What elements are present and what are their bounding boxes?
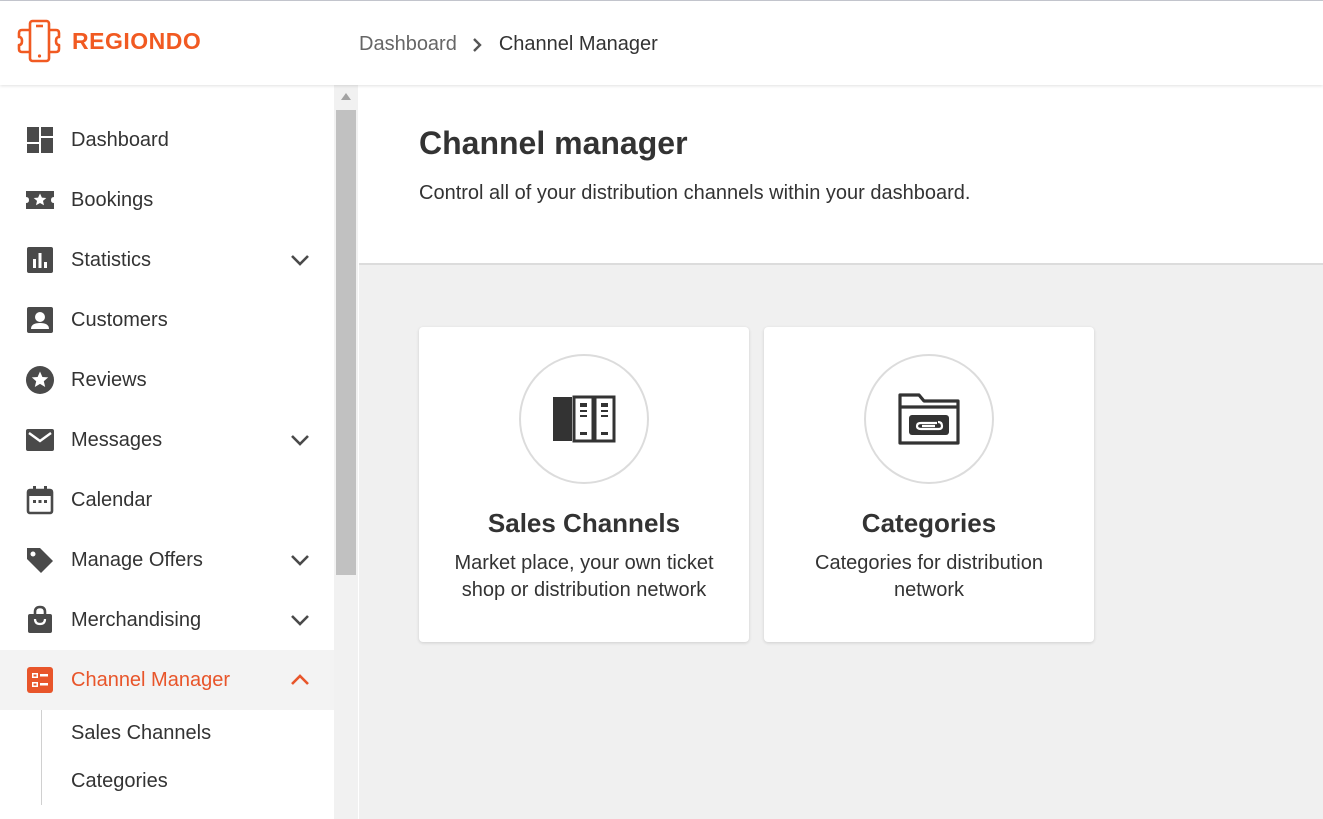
bar-chart-icon bbox=[25, 245, 55, 275]
calendar-icon bbox=[25, 485, 55, 515]
breadcrumb-current: Channel Manager bbox=[498, 33, 658, 55]
binders-icon bbox=[553, 395, 616, 443]
main-content: Channel manager Control all of your dist… bbox=[359, 85, 1323, 819]
page-header: Channel manager Control all of your dist… bbox=[359, 85, 1323, 265]
card-icon-circle bbox=[519, 354, 649, 484]
card-title: Categories bbox=[861, 508, 997, 538]
sidebar-item-merchandising[interactable]: Merchandising bbox=[0, 590, 334, 650]
sidebar-item-label: Statistics bbox=[71, 248, 152, 271]
person-box-icon bbox=[25, 305, 55, 335]
sidebar-item-customers[interactable]: Customers bbox=[0, 290, 334, 350]
card-description: Categories for distribution network bbox=[815, 552, 1043, 601]
sidebar-item-messages[interactable]: Messages bbox=[0, 410, 334, 470]
tag-icon bbox=[25, 545, 55, 575]
dashboard-icon bbox=[25, 125, 55, 155]
page-title: Channel manager bbox=[419, 125, 688, 161]
shopping-bag-icon bbox=[25, 605, 55, 635]
sidebar-item-manage-offers[interactable]: Manage Offers bbox=[0, 530, 334, 590]
star-circle-icon bbox=[25, 365, 55, 395]
sales-channels-card[interactable]: Sales Channels Market place, your own ti… bbox=[419, 327, 749, 642]
top-header: REGIONDO Dashboard Channel Manager bbox=[0, 1, 1323, 85]
scroll-up-arrow-icon[interactable] bbox=[341, 93, 351, 100]
sidebar-item-label: Messages bbox=[71, 428, 163, 451]
sidebar-item-bookings[interactable]: Bookings bbox=[0, 170, 334, 230]
chevron-down-icon[interactable] bbox=[289, 549, 311, 571]
sidebar-subitem-sales-channels[interactable]: Sales Channels bbox=[71, 722, 211, 745]
ticket-star-icon bbox=[25, 185, 55, 215]
card-title: Sales Channels bbox=[487, 508, 681, 538]
sidebar-item-label: Merchandising bbox=[71, 608, 202, 631]
sidebar-item-label: Dashboard bbox=[71, 128, 169, 151]
sidebar-item-label: Customers bbox=[71, 308, 168, 331]
submenu-guide-line bbox=[41, 710, 42, 805]
sidebar-item-dashboard[interactable]: Dashboard bbox=[0, 110, 334, 170]
sidebar-item-label: Bookings bbox=[71, 188, 154, 211]
card-description: Market place, your own ticket shop or di… bbox=[454, 552, 714, 601]
breadcrumb-dashboard-link[interactable]: Dashboard bbox=[359, 33, 457, 56]
chevron-up-icon[interactable] bbox=[289, 669, 311, 691]
sidebar-item-statistics[interactable]: Statistics bbox=[0, 230, 334, 290]
chevron-down-icon[interactable] bbox=[289, 429, 311, 451]
brand-logo[interactable]: REGIONDO bbox=[16, 18, 201, 64]
sidebar-item-label: Channel Manager bbox=[71, 668, 230, 691]
sidebar-item-channel-manager[interactable]: Channel Manager bbox=[0, 650, 334, 710]
channel-list-icon bbox=[25, 665, 55, 695]
sidebar: Dashboard Bookings Statistics Customers … bbox=[0, 85, 334, 819]
regiondo-logo-icon bbox=[17, 19, 61, 63]
chevron-right-icon bbox=[472, 37, 482, 52]
sidebar-item-label: Calendar bbox=[71, 488, 153, 511]
categories-card[interactable]: Categories Categories for distribution n… bbox=[764, 327, 1094, 642]
folder-clip-icon bbox=[898, 393, 960, 445]
sidebar-scrollbar[interactable] bbox=[334, 85, 358, 819]
sidebar-item-label: Manage Offers bbox=[71, 548, 203, 571]
card-icon-circle bbox=[864, 354, 994, 484]
sidebar-subitem-categories[interactable]: Categories bbox=[71, 770, 168, 793]
chevron-down-icon[interactable] bbox=[289, 609, 311, 631]
sidebar-item-label: Reviews bbox=[71, 368, 147, 391]
page-description: Control all of your distribution channel… bbox=[419, 182, 971, 204]
envelope-icon bbox=[25, 425, 55, 455]
sidebar-item-reviews[interactable]: Reviews bbox=[0, 350, 334, 410]
breadcrumb: Dashboard Channel Manager bbox=[359, 33, 658, 56]
scrollbar-thumb[interactable] bbox=[336, 110, 356, 575]
sidebar-item-calendar[interactable]: Calendar bbox=[0, 470, 334, 530]
chevron-down-icon[interactable] bbox=[289, 249, 311, 271]
brand-name: REGIONDO bbox=[72, 27, 202, 54]
